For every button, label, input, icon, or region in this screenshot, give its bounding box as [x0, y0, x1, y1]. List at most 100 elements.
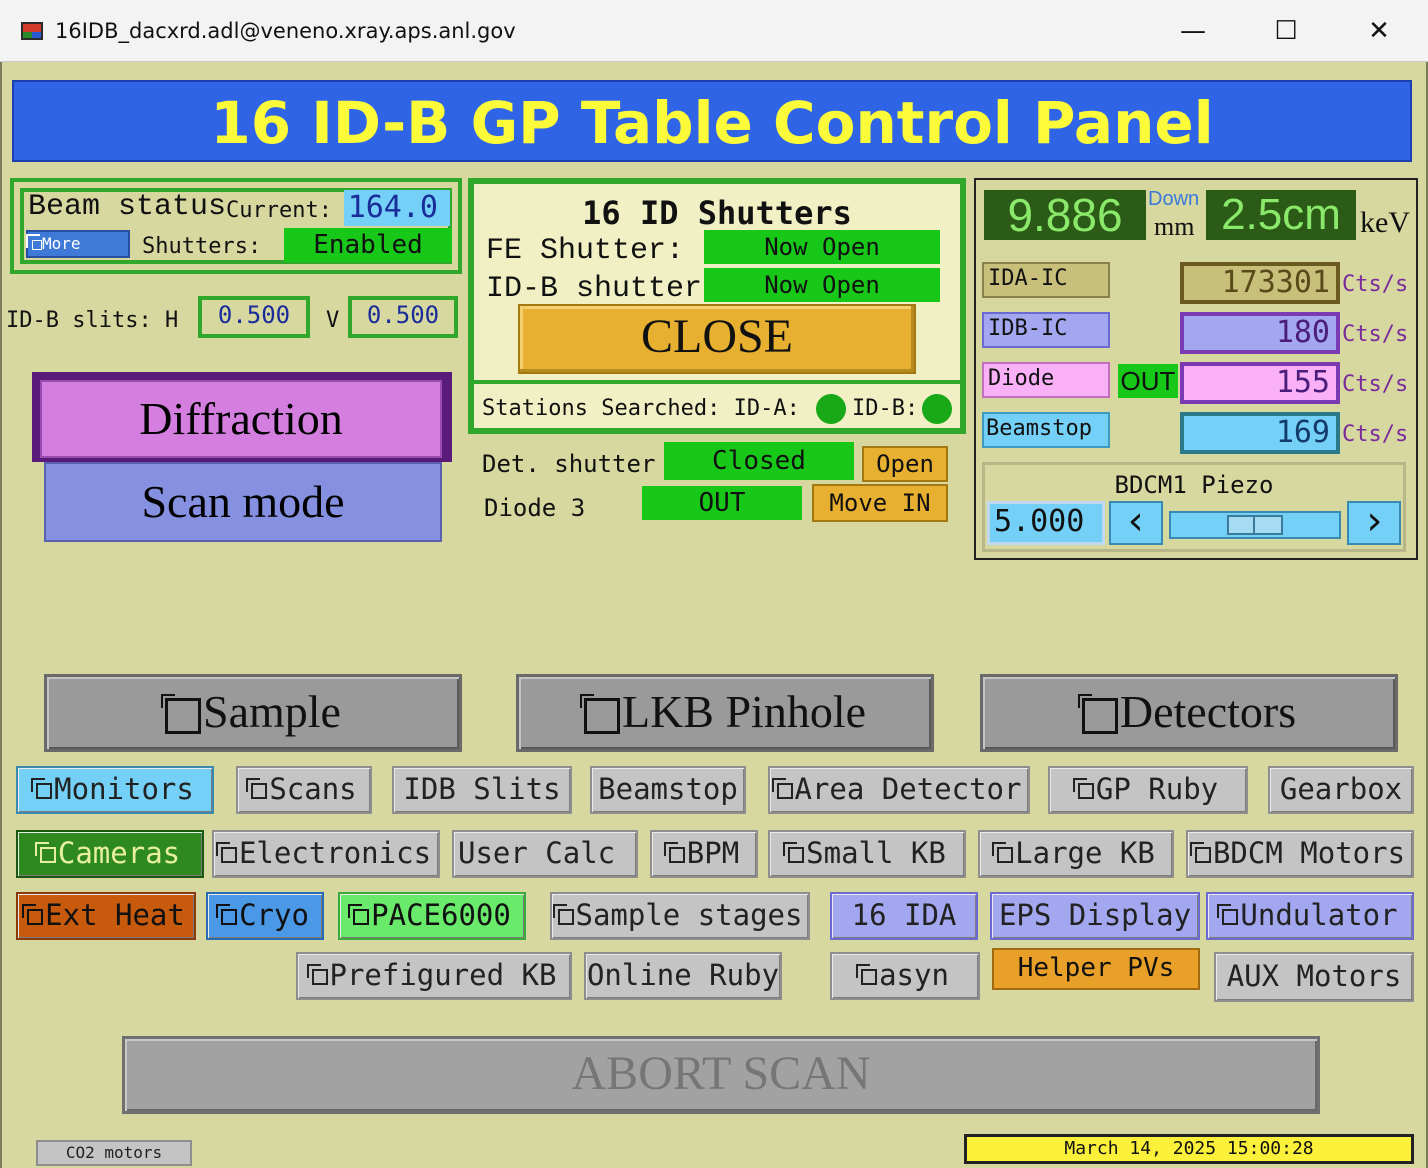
cameras-button[interactable]: Cameras [16, 830, 204, 878]
sample-stages-label: Sample stages [575, 898, 803, 932]
shutters-panel: 16 ID Shutters FE Shutter: Now Open ID-B… [468, 178, 966, 434]
prefigured-kb-label: Prefigured KB [329, 958, 557, 992]
large-kb-window-icon [992, 842, 1014, 863]
det-shutter-status: Closed [664, 442, 854, 480]
pace6000-label: PACE6000 [371, 898, 511, 932]
piezo-thumb-grip [1253, 517, 1255, 533]
electronics-window-icon [215, 842, 237, 863]
fe-shutter-status: Now Open [704, 230, 940, 264]
maximize-icon[interactable]: ☐ [1263, 14, 1309, 48]
user-calc-button[interactable]: User Calc [452, 830, 638, 878]
idb-slits-button[interactable]: IDB Slits [392, 766, 572, 814]
asyn-button[interactable]: asyn [830, 952, 980, 1000]
idb-shutter-status: Now Open [704, 268, 940, 302]
co2-motors-button[interactable]: CO2 motors [36, 1140, 192, 1166]
sample-stages-window-icon [552, 904, 574, 925]
slit-h-input[interactable]: 0.500 [198, 296, 310, 338]
ida-searched-indicator [816, 394, 846, 424]
abort-scan-button[interactable]: ABORT SCAN [122, 1036, 1320, 1114]
stations-searched-label: Stations Searched: ID-A: [482, 396, 800, 421]
sample-button[interactable]: Sample [44, 674, 462, 752]
idb-searched-label: ID-B: [852, 396, 919, 421]
window-titlebar: 16IDB_dacxrd.adl@veneno.xray.aps.anl.gov… [0, 0, 1428, 62]
asyn-label: asyn [879, 958, 949, 992]
close-window-icon[interactable]: ✕ [1356, 14, 1402, 48]
cryo-button[interactable]: Cryo [206, 892, 324, 940]
shutters-enabled-value: Enabled [284, 228, 452, 262]
ida-ic-unit: Cts/s [1342, 272, 1409, 297]
cameras-label: Cameras [57, 836, 181, 870]
fe-shutter-label: FE Shutter: [486, 234, 685, 268]
lkb-window-icon [579, 694, 620, 735]
helper-pvs-button[interactable]: Helper PVs [992, 948, 1200, 990]
lkb-pinhole-label: LKB Pinhole [621, 686, 867, 737]
timestamp: March 14, 2025 15:00:28 [964, 1134, 1414, 1164]
piezo-value-input[interactable]: 5.000 [987, 501, 1105, 545]
online-ruby-button[interactable]: Online Ruby [584, 952, 782, 1000]
beam-status-panel: Beam status Current: 164.0 More Shutters… [10, 178, 462, 274]
piezo-panel: BDCM1 Piezo 5.000 ‹ › [982, 462, 1406, 552]
small-kb-button[interactable]: Small KB [768, 830, 966, 878]
idb-shutter-label: ID-B shutter: [486, 272, 721, 306]
scan-mode-button[interactable]: Scan mode [44, 462, 442, 542]
ext-heat-button[interactable]: Ext Heat [16, 892, 196, 940]
diffraction-button[interactable]: Diffraction [40, 380, 442, 458]
small-kb-label: Small KB [806, 836, 946, 870]
shutters-label: Shutters: [142, 234, 262, 259]
bdcm-motors-button[interactable]: BDCM Motors [1186, 830, 1414, 878]
area-detector-label: Area Detector [794, 772, 1022, 806]
diode-label: Diode [982, 362, 1110, 398]
eps-display-button[interactable]: EPS Display [990, 892, 1200, 940]
large-kb-button[interactable]: Large KB [978, 830, 1174, 878]
idb-ic-label: IDB-IC [982, 312, 1110, 348]
beam-current-value: 164.0 [344, 190, 450, 226]
electronics-button[interactable]: Electronics [212, 830, 440, 878]
pace6000-button[interactable]: PACE6000 [338, 892, 526, 940]
lkb-pinhole-button[interactable]: LKB Pinhole [516, 674, 934, 752]
scans-label: Scans [269, 772, 357, 806]
large-kb-label: Large KB [1015, 836, 1155, 870]
piezo-decrement-button[interactable]: ‹ [1109, 501, 1163, 545]
prefigured-kb-window-icon [306, 964, 328, 985]
scans-button[interactable]: Scans [236, 766, 372, 814]
bpm-label: BPM [686, 836, 740, 870]
gp-ruby-window-icon [1072, 778, 1094, 799]
shutters-divider [474, 380, 960, 384]
slit-v-input[interactable]: 0.500 [348, 296, 458, 338]
beamstop-button[interactable]: Beamstop [590, 766, 746, 814]
ext-heat-window-icon [22, 904, 44, 925]
cryo-label: Cryo [239, 898, 309, 932]
close-shutter-button[interactable]: CLOSE [518, 304, 916, 374]
down-readout: 2.5cm [1206, 190, 1356, 240]
sample-window-icon [161, 694, 201, 735]
idb-searched-indicator [922, 394, 952, 424]
sample-stages-button[interactable]: Sample stages [550, 892, 810, 940]
area-detector-button[interactable]: Area Detector [768, 766, 1030, 814]
detectors-window-icon [1077, 694, 1118, 735]
beamstop-label: Beamstop [982, 412, 1110, 448]
minimize-icon[interactable]: — [1170, 14, 1216, 48]
idb-ic-value: 180 [1180, 312, 1340, 354]
window-title: 16IDB_dacxrd.adl@veneno.xray.aps.anl.gov [55, 19, 516, 43]
prefigured-kb-button[interactable]: Prefigured KB [296, 952, 572, 1000]
diode3-label: Diode 3 [484, 494, 586, 522]
mm-label: mm [1154, 212, 1195, 241]
more-button[interactable]: More [26, 230, 130, 258]
undulator-button[interactable]: Undulator [1206, 892, 1414, 940]
bpm-button[interactable]: BPM [650, 830, 758, 878]
sample-label: Sample [203, 686, 341, 737]
gp-ruby-button[interactable]: GP Ruby [1048, 766, 1248, 814]
16-ida-button[interactable]: 16 IDA [830, 892, 978, 940]
diode3-move-in-button[interactable]: Move IN [812, 484, 948, 522]
diffraction-frame: Diffraction [32, 372, 452, 462]
piezo-increment-button[interactable]: › [1347, 501, 1401, 545]
aux-motors-button[interactable]: AUX Motors [1214, 952, 1414, 1002]
diode3-status: OUT [642, 486, 802, 520]
piezo-slider-track[interactable] [1169, 511, 1341, 539]
piezo-slider-thumb[interactable] [1227, 515, 1283, 535]
asyn-window-icon [856, 964, 878, 985]
det-shutter-open-button[interactable]: Open [862, 446, 948, 482]
monitors-button[interactable]: Monitors [16, 766, 214, 814]
detectors-button[interactable]: Detectors [980, 674, 1398, 752]
gearbox-button[interactable]: Gearbox [1268, 766, 1414, 814]
